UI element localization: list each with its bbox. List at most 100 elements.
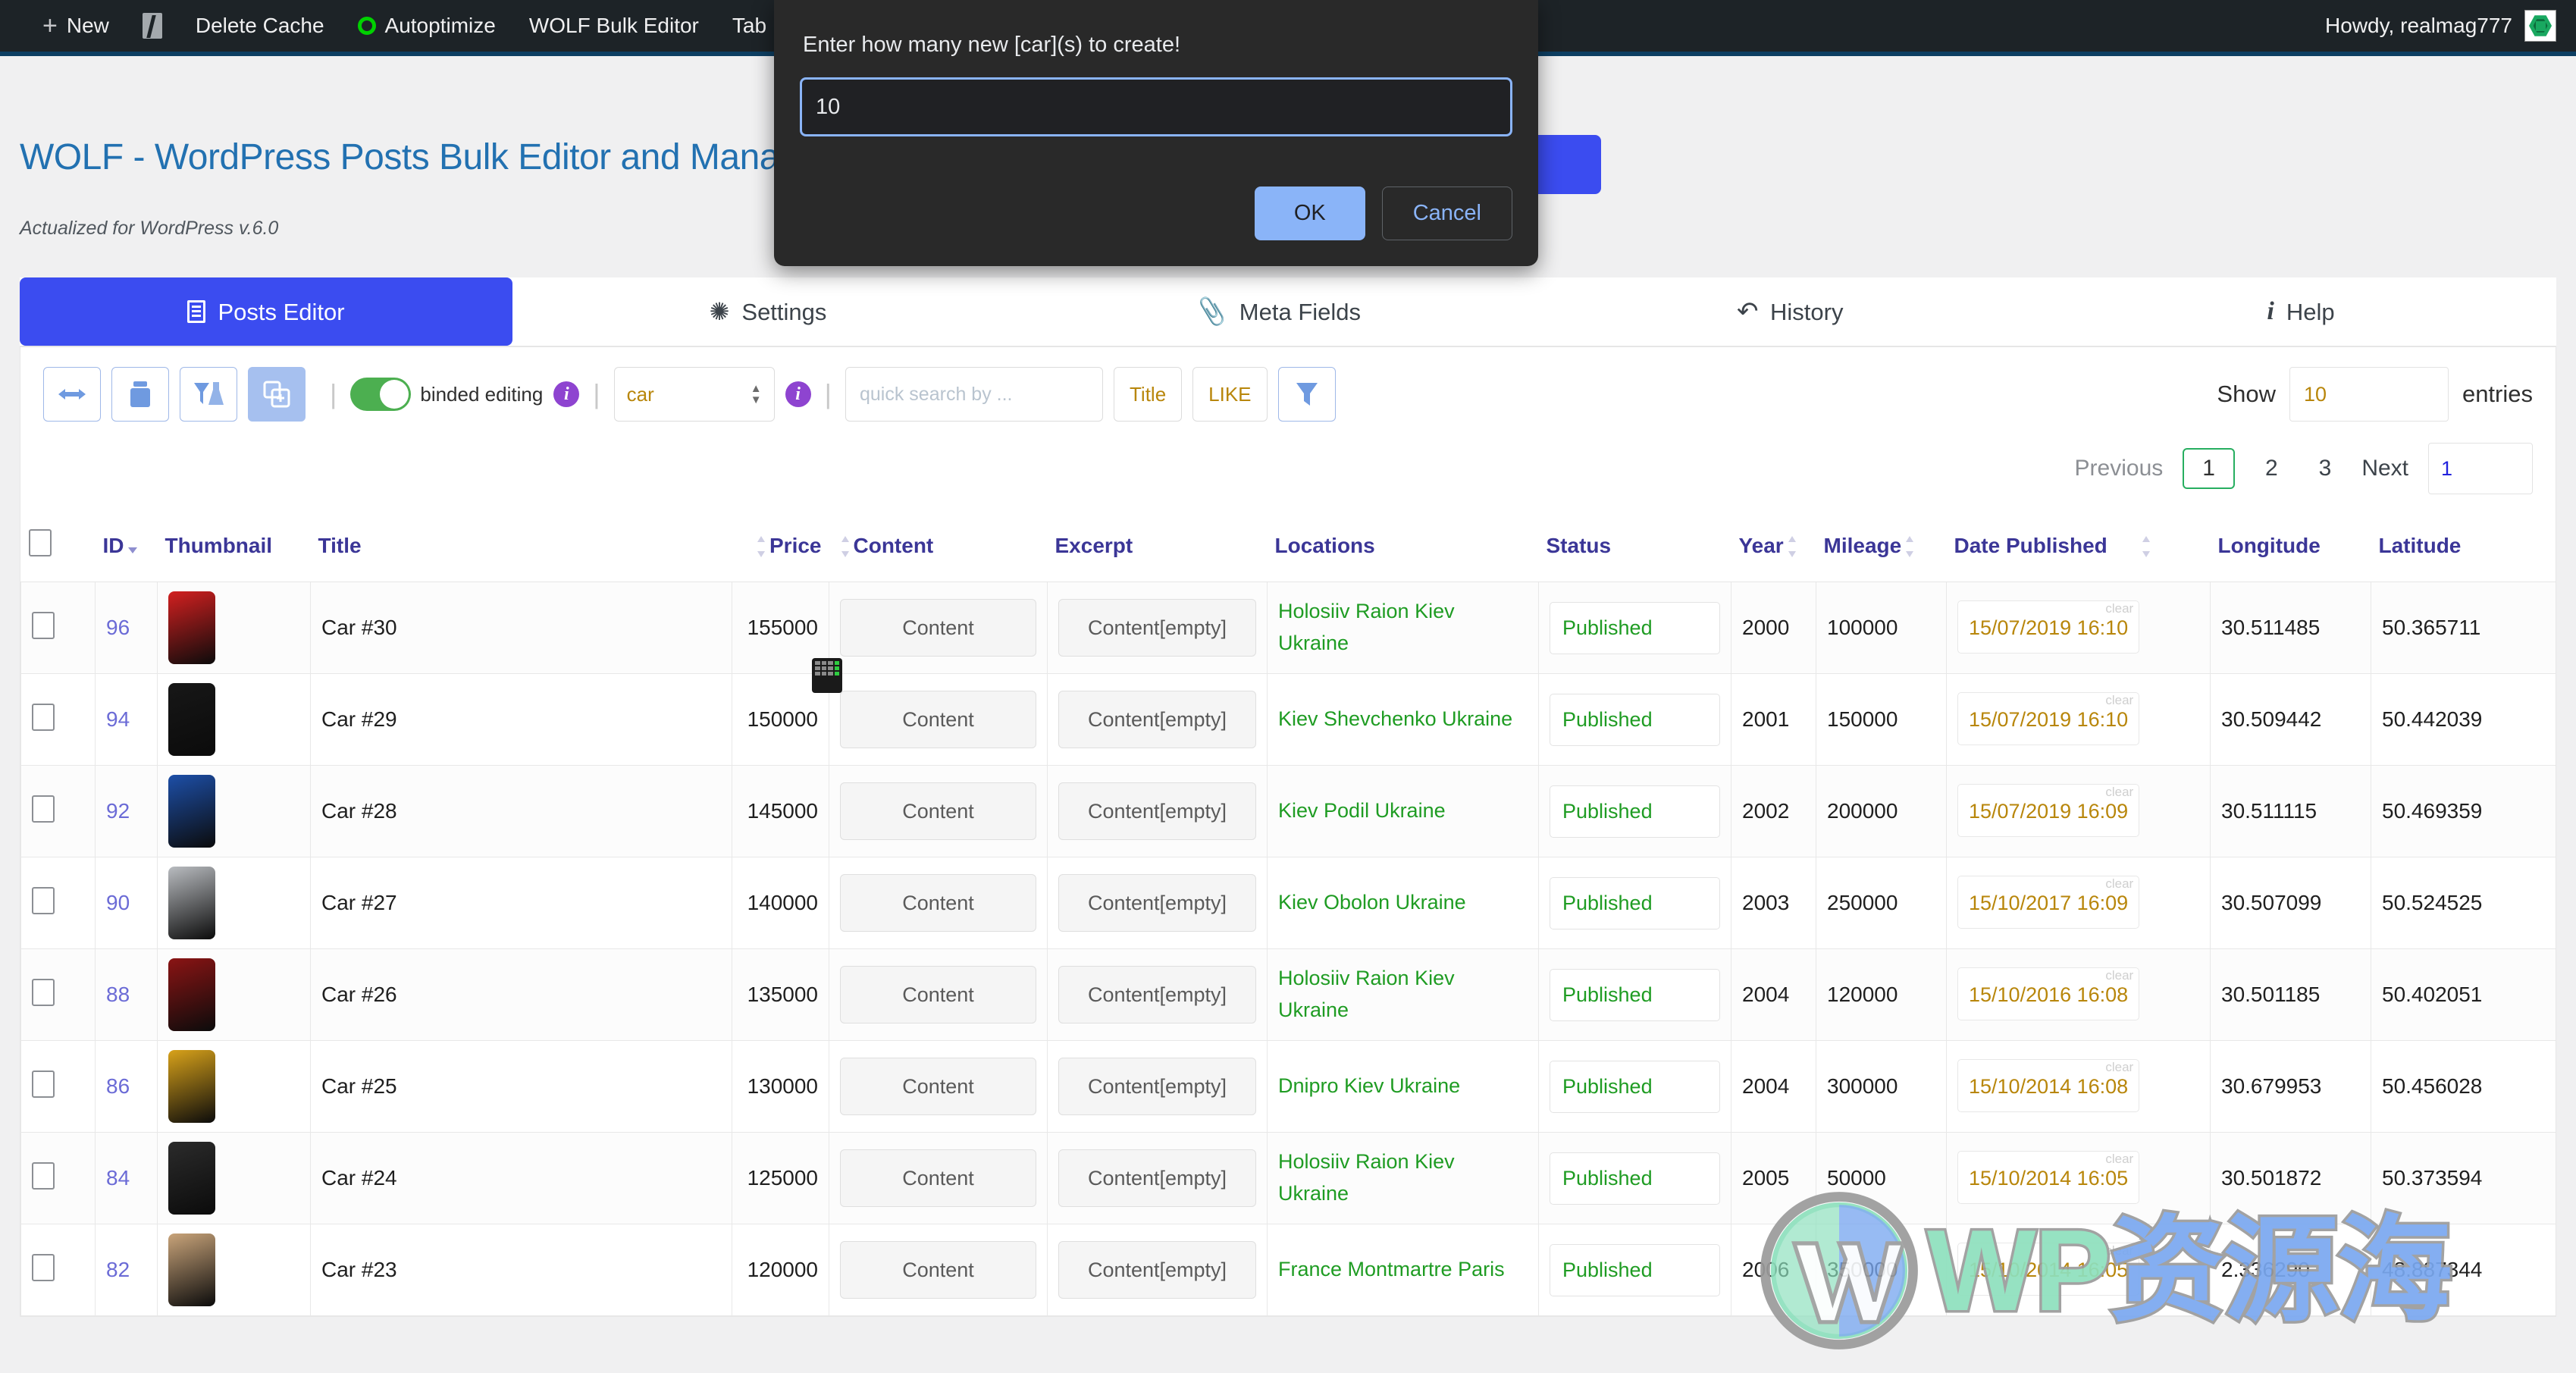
excerpt-button[interactable]: Content[empty] [1058,1149,1256,1208]
content-button[interactable]: Content [840,691,1036,749]
excerpt-button[interactable]: Content[empty] [1058,599,1256,657]
status-badge[interactable]: Published [1550,1152,1720,1205]
row-title[interactable]: Car #30 [310,581,732,675]
binded-editing-toggle[interactable] [350,378,412,412]
row-price[interactable]: 145000 [732,765,829,858]
date-published-field[interactable]: clear 15/07/2019 16:10 [1957,600,2140,654]
row-longitude[interactable]: 30.507099 [2210,857,2371,950]
date-published-field[interactable]: clear 15/10/2017 16:09 [1957,876,2140,929]
content-button[interactable]: Content [840,966,1036,1024]
row-latitude[interactable]: 48.887344 [2371,1224,2556,1317]
row-title[interactable]: Car #27 [310,857,732,950]
row-mileage[interactable]: 50000 [1816,1132,1947,1225]
status-badge[interactable]: Published [1550,1060,1720,1113]
row-checkbox[interactable] [32,611,55,639]
row-id[interactable]: 84 [95,1132,158,1225]
row-checkbox[interactable] [32,1253,55,1281]
row-year[interactable]: 2004 [1731,1040,1816,1133]
date-published-field[interactable]: clear 15/07/2019 16:10 [1957,692,2140,746]
thumbnail-image[interactable] [168,1234,215,1307]
pagination-previous[interactable]: Previous [2075,456,2164,481]
clear-label[interactable]: clear [2105,1060,2133,1075]
dialog-ok-button[interactable]: OK [1254,187,1365,240]
date-published-field[interactable]: clear 15/10/2014 16:05 [1957,1151,2140,1205]
clear-label[interactable]: clear [2105,1152,2133,1167]
thumbnail-image[interactable] [168,1142,215,1215]
row-year[interactable]: 2002 [1731,765,1816,858]
thumbnail-image[interactable] [168,958,215,1032]
admin-bar-new[interactable]: + New [26,13,126,39]
row-title[interactable]: Car #24 [310,1132,732,1225]
row-year[interactable]: 2006 [1731,1224,1816,1317]
content-button[interactable]: Content [840,874,1036,933]
duplicate-button[interactable] [248,367,306,422]
row-longitude[interactable]: 30.509442 [2210,673,2371,766]
status-badge[interactable]: Published [1550,785,1720,838]
status-badge[interactable]: Published [1550,693,1720,746]
row-price[interactable]: 135000 [732,948,829,1042]
row-longitude[interactable]: 30.511115 [2210,765,2371,858]
row-year[interactable]: 2005 [1731,1132,1816,1225]
locations-value[interactable]: Kiev Obolon Ukraine [1278,891,1466,914]
pagination-goto-input[interactable]: 1 [2428,443,2533,495]
tab-meta-fields[interactable]: 📎 Meta Fields [1023,277,1534,346]
content-button[interactable]: Content [840,599,1036,657]
row-checkbox[interactable] [32,1070,55,1098]
calculator-icon[interactable] [812,658,842,694]
excerpt-button[interactable]: Content[empty] [1058,691,1256,749]
status-badge[interactable]: Published [1550,601,1720,654]
row-checkbox[interactable] [32,1161,55,1190]
dialog-input[interactable] [800,77,1512,136]
date-published-field[interactable]: clear 15/10/2014 16:08 [1957,1059,2140,1113]
col-content[interactable]: Content [829,513,1048,583]
locations-value[interactable]: France Montmartre Paris [1278,1258,1505,1281]
row-longitude[interactable]: 2.336290 [2210,1224,2371,1317]
clear-label[interactable]: clear [2105,876,2133,892]
row-latitude[interactable]: 50.456028 [2371,1040,2556,1133]
pagination-page-1[interactable]: 1 [2183,448,2235,490]
row-year[interactable]: 2000 [1731,581,1816,675]
excerpt-button[interactable]: Content[empty] [1058,1058,1256,1116]
admin-bar-wolf-bulk-editor[interactable]: WOLF Bulk Editor [512,14,716,38]
row-mileage[interactable]: 200000 [1816,765,1947,858]
excerpt-button[interactable]: Content[empty] [1058,966,1256,1024]
info-circle-icon-2[interactable]: i [785,381,811,408]
row-mileage[interactable]: 150000 [1816,673,1947,766]
howdy-label[interactable]: Howdy, realmag777 [2325,14,2512,38]
locations-value[interactable]: Holosiiv Raion Kiev Ukraine [1278,967,1455,1021]
search-operator-button[interactable]: LIKE [1192,367,1268,422]
row-mileage[interactable]: 100000 [1816,581,1947,675]
row-id[interactable]: 90 [95,857,158,950]
tab-posts-editor[interactable]: Posts Editor [20,277,512,346]
row-title[interactable]: Car #28 [310,765,732,858]
apply-filter-button[interactable] [1277,367,1336,422]
row-price[interactable]: 130000 [732,1040,829,1133]
thumbnail-image[interactable] [168,591,215,665]
dialog-cancel-button[interactable]: Cancel [1381,187,1512,240]
avatar[interactable] [2524,10,2556,42]
row-title[interactable]: Car #25 [310,1040,732,1133]
row-price[interactable]: 120000 [732,1224,829,1317]
row-title[interactable]: Car #26 [310,948,732,1042]
row-id[interactable]: 94 [95,673,158,766]
row-latitude[interactable]: 50.373594 [2371,1132,2556,1225]
row-id[interactable]: 86 [95,1040,158,1133]
locations-value[interactable]: Kiev Shevchenko Ukraine [1278,707,1512,730]
col-date-published[interactable]: Date Published [1946,513,2211,583]
row-latitude[interactable]: 50.402051 [2371,948,2556,1042]
row-price[interactable]: 155000 [732,581,842,694]
row-year[interactable]: 2003 [1731,857,1816,950]
col-title[interactable]: Title [310,513,732,583]
clear-label[interactable]: clear [2105,693,2133,708]
info-circle-icon[interactable]: i [553,381,580,408]
clear-label[interactable]: clear [2105,1243,2133,1259]
admin-bar-delete-cache[interactable]: Delete Cache [179,14,341,38]
row-mileage[interactable]: 300000 [1816,1040,1947,1133]
row-latitude[interactable]: 50.365711 [2371,581,2556,675]
row-price[interactable]: 125000 [732,1132,829,1225]
tab-settings[interactable]: ✺ Settings [512,277,1023,346]
admin-bar-tab[interactable]: Tab [716,14,783,38]
row-checkbox[interactable] [32,978,55,1006]
show-entries-input[interactable]: 10 [2289,367,2449,422]
admin-bar-yoast[interactable] [126,13,179,39]
